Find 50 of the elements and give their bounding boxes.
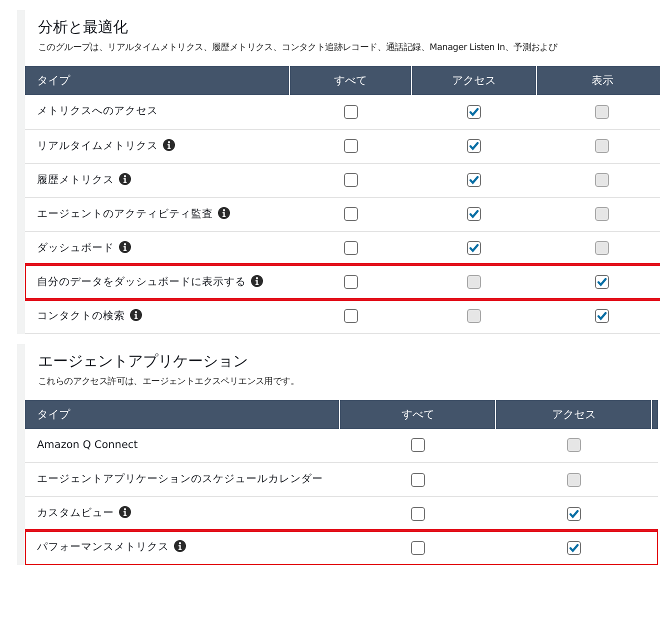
section-description: このグループは、リアルタイムメトリクス、履歴メトリクス、コンタクト追跡レコード、通話記録、Manager Listen In、予測および — [37, 41, 559, 55]
column-header: すべて — [340, 400, 496, 428]
checkbox[interactable] — [410, 540, 425, 554]
checkbox[interactable] — [344, 139, 358, 153]
info-icon[interactable] — [119, 172, 131, 184]
checkbox[interactable] — [566, 506, 581, 520]
permission-label: エージェントのアクティビティ監査 — [37, 208, 213, 220]
permission-label: パフォーマンスメトリクス — [37, 541, 169, 553]
column-header: タイプ — [25, 400, 340, 428]
column-header: 表示 — [536, 66, 660, 95]
checkbox[interactable] — [467, 104, 482, 119]
checkbox[interactable] — [344, 104, 358, 119]
column-header: タイプ — [25, 66, 290, 95]
info-icon[interactable] — [130, 308, 142, 320]
checkbox[interactable] — [467, 207, 482, 221]
checkbox[interactable] — [566, 540, 581, 554]
permission-label: メトリクスへのアクセス — [37, 105, 158, 118]
info-icon[interactable] — [174, 540, 186, 552]
checkbox[interactable] — [344, 207, 358, 221]
permission-label: エージェントアプリケーションのスケジュールカレンダー — [37, 473, 323, 485]
section-description: これらのアクセス許可は、エージェントエクスペリエンス用です。 — [37, 376, 300, 388]
checkbox[interactable] — [344, 309, 358, 323]
checkbox[interactable] — [467, 241, 482, 255]
info-icon[interactable] — [119, 240, 131, 252]
permission-label: 履歴メトリクス — [37, 174, 114, 186]
checkbox[interactable] — [467, 139, 482, 153]
section-title: エージェントアプリケーション — [37, 350, 249, 372]
info-icon[interactable] — [218, 206, 230, 218]
checkbox[interactable] — [595, 309, 610, 323]
permission-label: ダッシュボード — [37, 242, 114, 254]
checkbox[interactable] — [344, 275, 358, 289]
info-icon[interactable] — [251, 274, 263, 286]
permission-label: カスタムビュー — [37, 507, 114, 519]
permission-label: 自分のデータをダッシュボードに表示する — [37, 276, 246, 288]
checkbox[interactable] — [344, 241, 358, 255]
column-header: アクセス — [412, 66, 536, 95]
column-header: すべて — [289, 66, 412, 95]
info-icon[interactable] — [163, 138, 175, 150]
checkbox[interactable] — [410, 472, 425, 486]
checkbox[interactable] — [344, 173, 358, 187]
permission-label: Amazon Q Connect — [37, 438, 138, 451]
permission-label: コンタクトの検索 — [37, 310, 125, 322]
checkbox[interactable] — [595, 275, 610, 289]
checkbox[interactable] — [410, 506, 425, 520]
checkbox[interactable] — [467, 173, 482, 187]
permission-label: リアルタイムメトリクス — [37, 140, 158, 152]
section-title: 分析と最適化 — [37, 17, 129, 38]
checkbox[interactable] — [410, 438, 425, 452]
info-icon[interactable] — [119, 506, 131, 518]
column-header: アクセス — [496, 400, 652, 428]
